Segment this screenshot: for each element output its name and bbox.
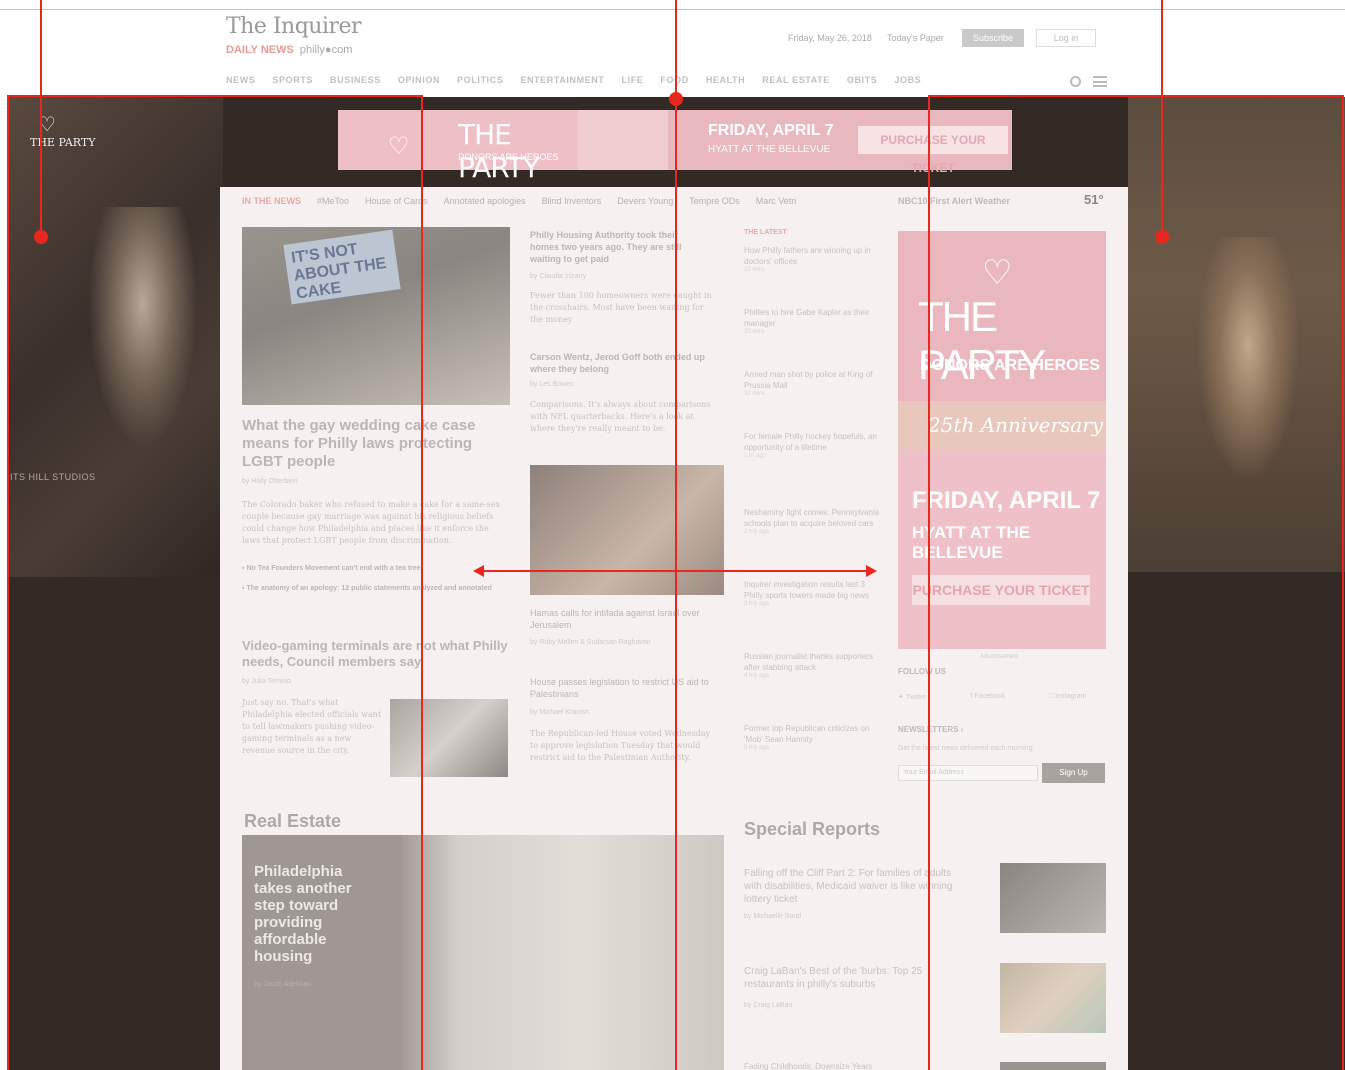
twitter-icon: ✦	[898, 694, 904, 701]
hamburger-menu-icon[interactable]	[1093, 76, 1107, 87]
latest-item[interactable]: How Philly fathers are winning up in doc…	[744, 245, 880, 307]
latest-item[interactable]: Neshaminy fight comes: Pennsylvania scho…	[744, 507, 880, 579]
search-icon[interactable]	[1070, 76, 1081, 87]
middle-story-1-headline[interactable]: Philly Housing Authority took their home…	[530, 229, 705, 265]
nav-business[interactable]: BUSINESS	[330, 75, 381, 85]
arrow-right-icon	[866, 565, 877, 577]
latest-list: How Philly fathers are winning up in doc…	[744, 245, 880, 763]
subscribe-button[interactable]: Subscribe	[962, 29, 1024, 47]
latest-item-title[interactable]: Former top Republican criticizes on 'Mob…	[744, 723, 880, 745]
latest-item[interactable]: Former top Republican criticizes on 'Mob…	[744, 723, 880, 763]
latest-item-title[interactable]: Neshaminy fight comes: Pennsylvania scho…	[744, 507, 880, 529]
middle-story-image[interactable]	[530, 465, 724, 595]
header-date: Friday, May 26, 2018	[788, 33, 872, 43]
latest-item-time: 3 hrs ago	[744, 601, 770, 607]
twitter-link[interactable]: ✦ Twitter	[898, 693, 926, 701]
center-callout-dot	[669, 92, 683, 106]
center-axis-line	[675, 0, 677, 1070]
nav-real-estate[interactable]: REAL ESTATE	[762, 75, 830, 85]
screenshot: The Inquirer DAILY NEWS philly●com Friday…	[0, 0, 1345, 1070]
twitter-label[interactable]: Twitter	[906, 694, 927, 701]
top-ad-venue: HYATT AT THE BELLEVUE	[708, 144, 831, 155]
latest-item[interactable]: Russian journalist thanks supporters aft…	[744, 651, 880, 723]
middle-story-4-byline[interactable]: by Michael Kranish	[530, 709, 589, 716]
middle-story-3-headline[interactable]: Hamas calls for intifada against Israel …	[530, 607, 720, 631]
middle-story-3-byline[interactable]: by Ruby Mellen & Sudarsan Raghavan	[530, 639, 651, 646]
nav-health[interactable]: HEALTH	[706, 75, 745, 85]
latest-item[interactable]: Inquirer investigation results last 3 Ph…	[744, 579, 880, 651]
nav-entertainment[interactable]: ENTERTAINMENT	[520, 75, 604, 85]
nav-jobs[interactable]: JOBS	[894, 75, 921, 85]
news-tag-devers-young[interactable]: Devers Young	[617, 196, 673, 206]
nav-news[interactable]: NEWS	[226, 75, 255, 85]
top-ad-date: FRIDAY, APRIL 7	[708, 122, 834, 139]
left-callout-dot	[34, 230, 48, 244]
nav-politics[interactable]: POLITICS	[457, 75, 503, 85]
middle-story-1-body: Fewer than 100 homeowners were caught in…	[530, 291, 712, 324]
right-callout-dot	[1155, 230, 1169, 244]
arrow-left-icon	[473, 565, 484, 577]
news-tag-tempre-ods[interactable]: Tempre ODs	[689, 196, 740, 206]
latest-item-title[interactable]: Phillies to hire Gabe Kapler as their ma…	[744, 307, 880, 329]
login-button[interactable]: Log in	[1036, 29, 1096, 47]
middle-story-4-body: The Republican-led House voted Wednesday…	[530, 729, 711, 762]
latest-item-title[interactable]: How Philly fathers are winning up in doc…	[744, 245, 880, 267]
right-callout-line	[1161, 0, 1163, 237]
middle-story-1-byline[interactable]: by Claudia Irizarry	[530, 273, 586, 280]
middle-story-4-headline[interactable]: House passes legislation to restrict US …	[530, 676, 720, 700]
latest-item-title[interactable]: Armed man shot by police at King of Prus…	[744, 369, 880, 391]
latest-item-time: 30 mins	[744, 391, 766, 397]
special-report-2-byline[interactable]: by Craig LaBan	[744, 1002, 792, 1009]
right-takeover-highlight	[928, 95, 1344, 1070]
latest-item-time: 1 hr ago	[744, 453, 767, 459]
nav-opinion[interactable]: OPINION	[398, 75, 440, 85]
top-ad-subtitle: DONORS ARE HEROES	[458, 152, 559, 162]
todays-paper-link[interactable]: Today's Paper	[887, 33, 944, 43]
site-logo[interactable]: The Inquirer	[226, 14, 362, 39]
top-ad-title: THE PARTY	[458, 118, 540, 184]
latest-item-title[interactable]: For female Philly hockey hopefuls, an op…	[744, 431, 880, 453]
top-divider	[0, 9, 1345, 10]
latest-item-time: 5 hrs ago	[744, 745, 770, 751]
latest-item[interactable]: Phillies to hire Gabe Kapler as their ma…	[744, 307, 880, 369]
latest-item[interactable]: For female Philly hockey hopefuls, an op…	[744, 431, 880, 507]
site-header: The Inquirer DAILY NEWS philly●com Friday…	[0, 0, 1345, 96]
middle-story-2-headline[interactable]: Carson Wentz, Jerod Goff both ended up w…	[530, 351, 715, 375]
horizontal-axis-line	[484, 570, 868, 572]
latest-item-title[interactable]: Inquirer investigation results last 3 Ph…	[744, 579, 880, 601]
latest-item-time: 20 mins	[744, 329, 766, 335]
special-report-1-byline[interactable]: by Michaelle Bond	[744, 913, 801, 920]
special-reports-heading[interactable]: Special Reports	[744, 819, 880, 840]
middle-story-2-body: Comparisons. It's always about compariso…	[530, 400, 711, 433]
nav-obits[interactable]: OBITS	[847, 75, 878, 85]
nav-life[interactable]: LIFE	[622, 75, 644, 85]
news-tag-marc-vetri[interactable]: Marc Vetri	[756, 196, 797, 206]
news-tag-blind-inventors[interactable]: Blind Inventors	[542, 196, 602, 206]
left-callout-line	[40, 0, 42, 237]
top-ad-anniversary-segment	[578, 110, 668, 170]
left-takeover-highlight	[7, 95, 423, 1070]
news-tag-apologies[interactable]: Annotated apologies	[444, 196, 526, 206]
sublogo: DAILY NEWS philly●com	[226, 44, 352, 56]
latest-item-time: 2 hrs ago	[744, 529, 770, 535]
middle-story-2-byline[interactable]: by Les Bowen	[530, 381, 574, 388]
latest-label: THE LATEST	[744, 229, 787, 236]
daily-news-brand[interactable]: DAILY NEWS	[226, 44, 294, 56]
latest-item-time: 10 mins	[744, 267, 766, 273]
philly-com-brand[interactable]: philly●com	[300, 44, 353, 56]
latest-item-title[interactable]: Russian journalist thanks supporters aft…	[744, 651, 880, 673]
latest-item[interactable]: Armed man shot by police at King of Prus…	[744, 369, 880, 431]
nav-sports[interactable]: SPORTS	[272, 75, 313, 85]
main-nav: NEWS SPORTS BUSINESS OPINION POLITICS EN…	[226, 75, 938, 85]
latest-item-time: 4 hrs ago	[744, 673, 770, 679]
